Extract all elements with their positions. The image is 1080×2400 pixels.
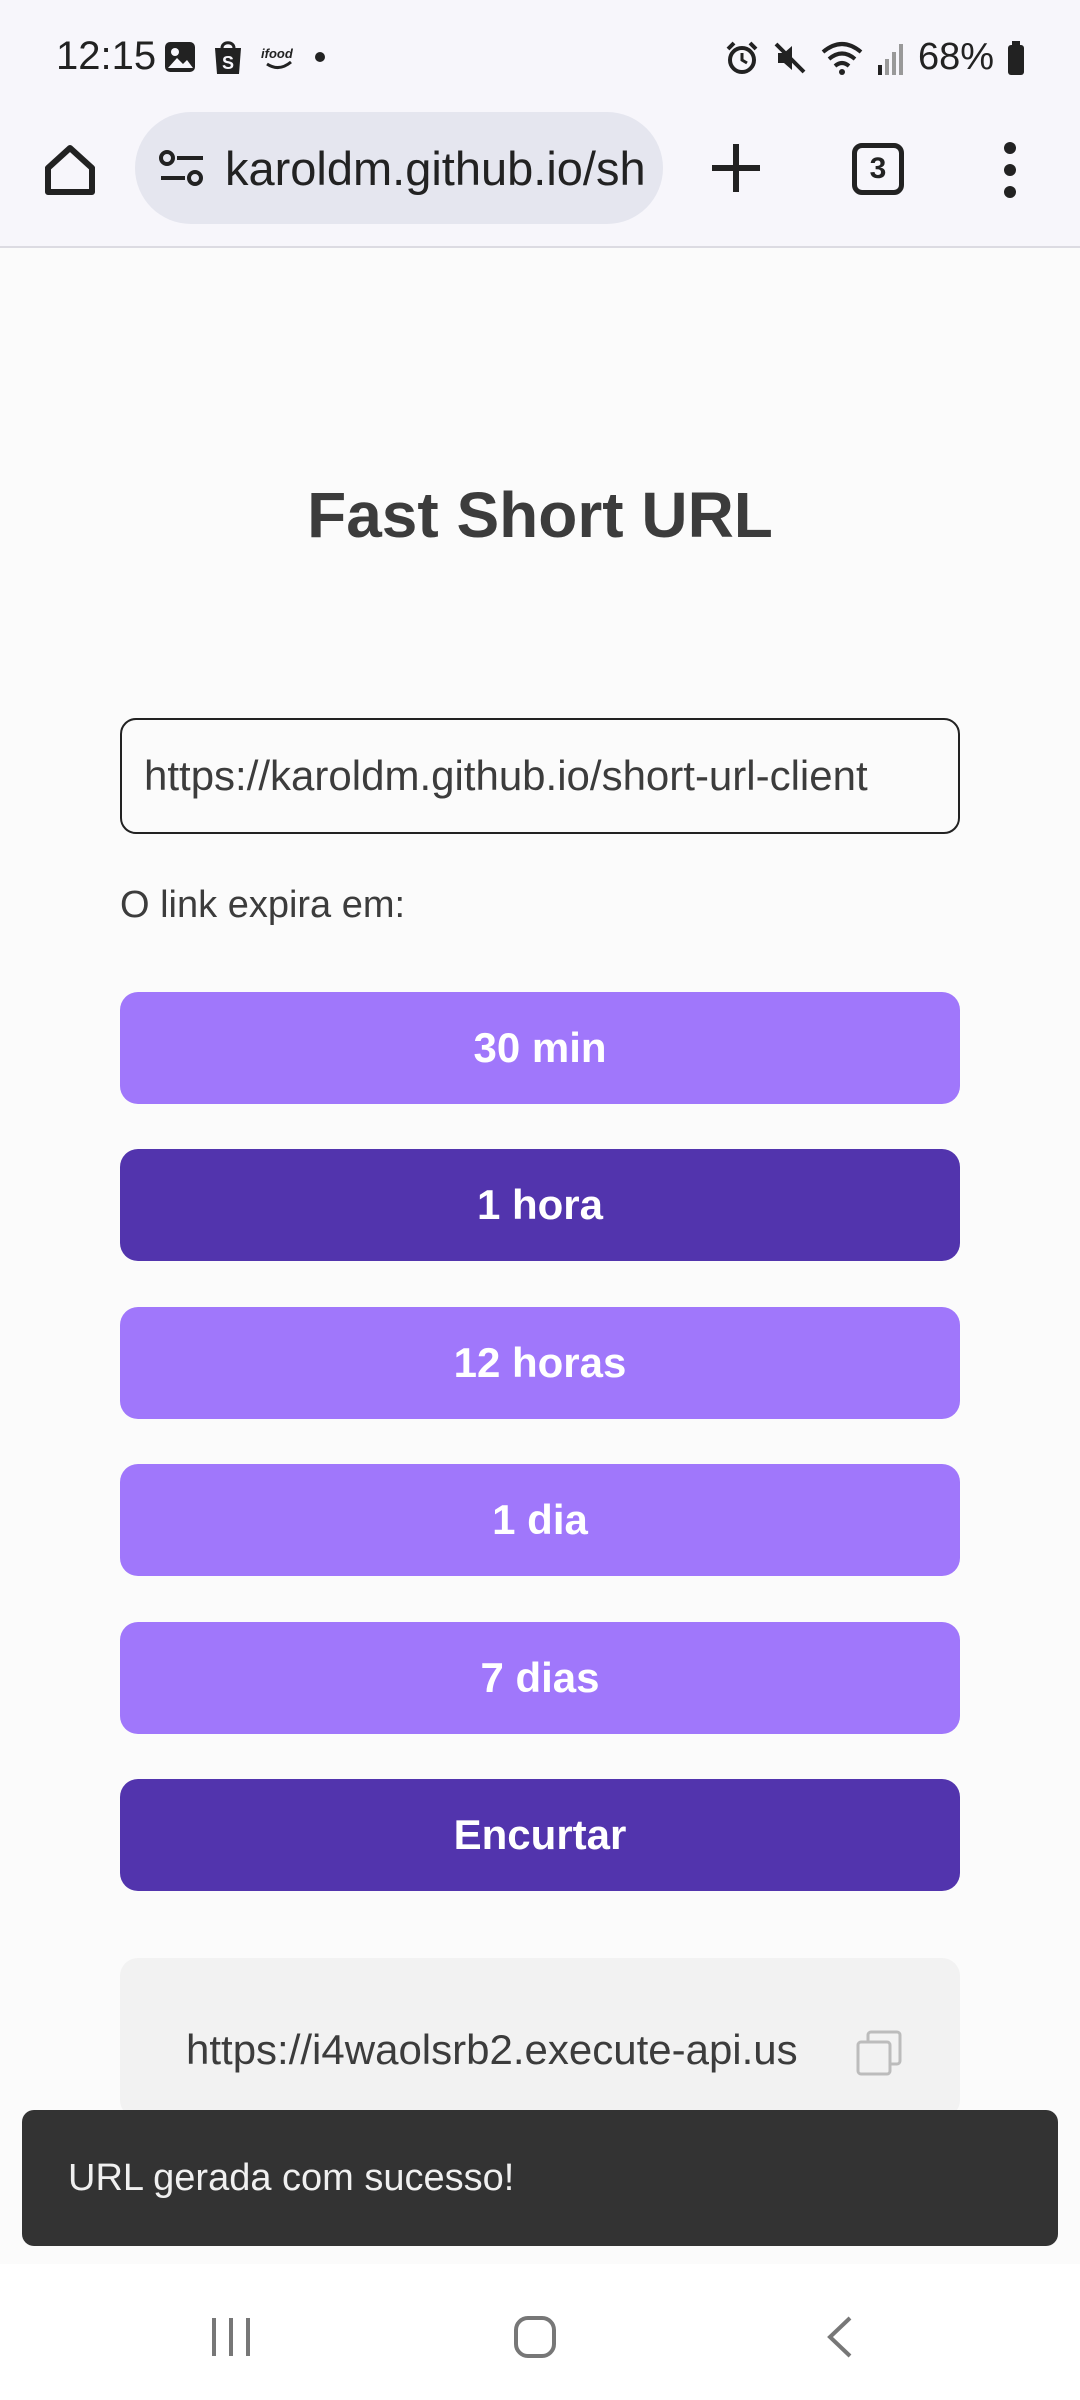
expire-option-1-dia[interactable]: 1 dia: [120, 1464, 960, 1576]
url-input[interactable]: [120, 718, 960, 834]
system-icons: 68%: [724, 36, 1026, 79]
address-bar[interactable]: karoldm.github.io/sh: [135, 112, 663, 224]
notification-icons: S ifood: [163, 38, 327, 76]
ifood-icon: ifood: [261, 46, 294, 69]
expire-option-7-dias[interactable]: 7 dias: [120, 1622, 960, 1734]
recents-icon[interactable]: [208, 2314, 254, 2360]
expire-option-12-horas[interactable]: 12 horas: [120, 1307, 960, 1419]
home-icon[interactable]: [40, 140, 100, 200]
battery-percent: 68%: [917, 36, 994, 78]
system-nav-bar: [0, 2264, 1080, 2400]
expire-option-1-hora[interactable]: 1 hora: [120, 1149, 960, 1261]
tab-count: 3: [869, 152, 887, 185]
home-nav-icon[interactable]: [512, 2314, 558, 2360]
expire-label: O link expira em:: [120, 884, 406, 926]
tab-switcher-button[interactable]: 3: [852, 143, 904, 195]
snackbar: URL gerada com sucesso!: [22, 2110, 1058, 2246]
dot-icon: [315, 52, 325, 62]
signal-icon: [877, 43, 903, 75]
address-bar-url: karoldm.github.io/sh: [225, 141, 646, 195]
copy-icon[interactable]: [854, 2028, 904, 2078]
more-options-icon[interactable]: [1000, 142, 1020, 198]
site-settings-icon[interactable]: [157, 148, 207, 188]
battery-icon: [1008, 40, 1024, 75]
svg-text:ifood: ifood: [261, 46, 294, 61]
page-title: Fast Short URL: [307, 479, 773, 551]
back-icon[interactable]: [822, 2314, 858, 2360]
svg-text:S: S: [222, 53, 234, 73]
status-time: 12:15: [56, 34, 157, 78]
snackbar-message: URL gerada com sucesso!: [68, 2156, 515, 2199]
short-url-result[interactable]: https://i4waolsrb2.execute-api.us: [186, 2026, 816, 2074]
shorten-button[interactable]: Encurtar: [120, 1779, 960, 1891]
wifi-icon: [821, 41, 863, 75]
alarm-icon: [726, 41, 758, 74]
result-card: https://i4waolsrb2.execute-api.us: [120, 1958, 960, 2118]
mute-icon: [774, 42, 806, 73]
new-tab-icon[interactable]: [706, 138, 766, 198]
gallery-icon: [165, 42, 195, 72]
status-bar: 12:15 S ifood 68%: [0, 0, 1080, 112]
shop-icon: S: [215, 41, 241, 74]
browser-toolbar: karoldm.github.io/sh 3: [0, 112, 1080, 248]
expire-option-30-min[interactable]: 30 min: [120, 992, 960, 1104]
